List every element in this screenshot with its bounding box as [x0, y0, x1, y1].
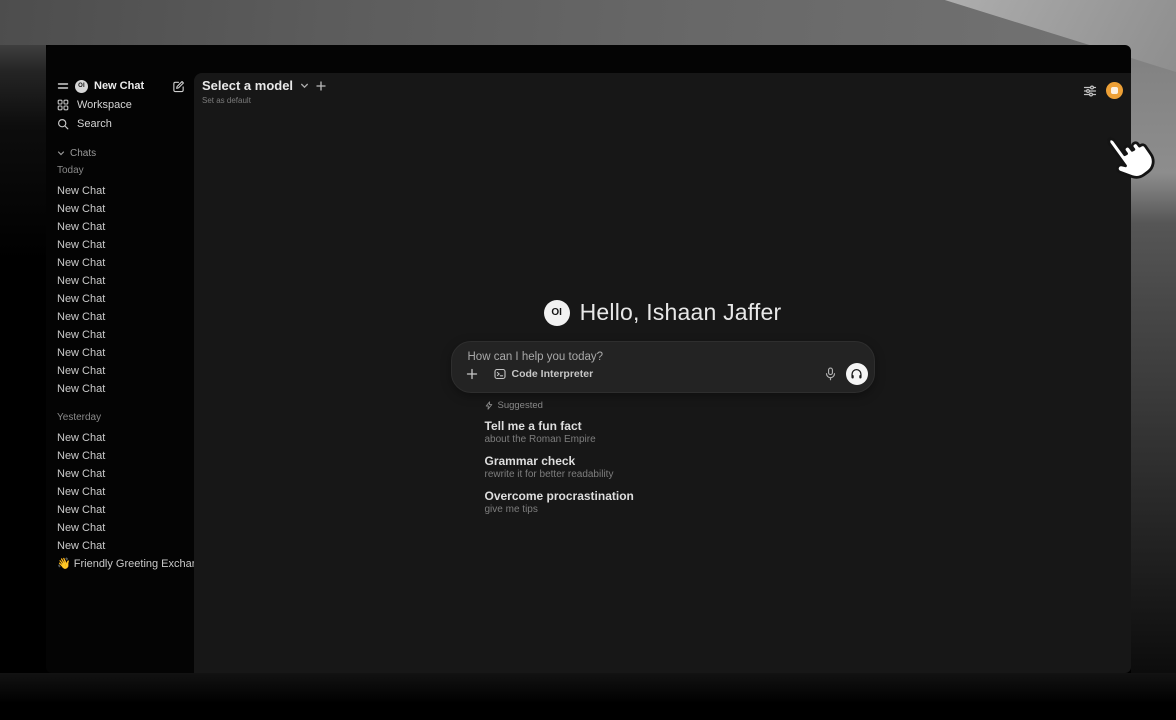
model-selector: Select a model Set as default — [202, 78, 326, 105]
wallpaper-left — [0, 45, 46, 720]
bolt-icon — [485, 401, 493, 410]
sidebar-item-workspace[interactable]: Workspace — [46, 95, 194, 114]
controls-sliders-icon[interactable] — [1083, 84, 1097, 98]
suggested-prompt-title: Grammar check — [485, 455, 875, 468]
app-logo: OI — [75, 80, 88, 93]
app-logo-text: OI — [78, 83, 85, 89]
workspace-icon — [57, 99, 69, 111]
app-window: OI New Chat Workspace Search — [46, 45, 1131, 673]
chat-list-item[interactable]: New Chat — [46, 182, 194, 200]
suggested-prompt[interactable]: Overcome procrastination give me tips — [485, 490, 875, 516]
suggested-label: Suggested — [498, 400, 543, 411]
chat-list-item[interactable]: New Chat — [46, 200, 194, 218]
chat-list-item[interactable]: New Chat — [46, 483, 194, 501]
suggested-prompts: Tell me a fun fact about the Roman Empir… — [485, 420, 875, 516]
greeting-row: OI Hello, Ishaan Jaffer — [451, 299, 875, 326]
chat-list-item[interactable]: New Chat — [46, 326, 194, 344]
search-label: Search — [77, 118, 112, 130]
suggested-prompt[interactable]: Tell me a fun fact about the Roman Empir… — [485, 420, 875, 446]
code-interpreter-label: Code Interpreter — [512, 368, 594, 380]
chat-list-item[interactable]: New Chat — [46, 429, 194, 447]
voice-call-button[interactable] — [846, 363, 868, 385]
composer-controls: Code Interpreter — [463, 363, 868, 385]
chat-input[interactable]: How can I help you today? — [468, 351, 858, 363]
chat-list-item[interactable]: New Chat — [46, 519, 194, 537]
chat-list-item[interactable]: New Chat — [46, 254, 194, 272]
suggested-prompt-subtitle: about the Roman Empire — [485, 434, 875, 446]
chat-list-item[interactable]: New Chat — [46, 272, 194, 290]
sidebar-header: OI New Chat — [57, 77, 185, 95]
app-logo-large: OI — [544, 300, 570, 326]
topbar: Select a model Set as default — [194, 73, 1131, 117]
chat-list-item[interactable]: New Chat — [46, 380, 194, 398]
sidebar: OI New Chat Workspace Search — [46, 45, 194, 673]
chat-list-item[interactable]: New Chat — [46, 308, 194, 326]
model-selector-label: Select a model — [202, 78, 293, 93]
chat-list-item[interactable]: New Chat — [46, 290, 194, 308]
chats-section-toggle[interactable]: Chats — [46, 146, 194, 160]
microphone-icon[interactable] — [824, 367, 837, 381]
search-icon — [57, 118, 69, 130]
chat-list-item[interactable]: New Chat — [46, 447, 194, 465]
sidebar-title: New Chat — [94, 80, 166, 92]
avatar-glyph — [1111, 87, 1118, 94]
model-chevron-down-icon — [300, 81, 309, 90]
wallpaper-bottom — [0, 673, 1176, 720]
suggested-prompt-title: Overcome procrastination — [485, 490, 875, 503]
sidebar-toggle-icon[interactable] — [57, 80, 69, 92]
chat-list-item[interactable]: New Chat — [46, 537, 194, 555]
home-center-column: OI Hello, Ishaan Jaffer How can I help y… — [451, 299, 875, 516]
section-label-yesterday: Yesterday — [46, 411, 194, 425]
section-label-today: Today — [46, 164, 194, 178]
chat-list-item[interactable]: New Chat — [46, 465, 194, 483]
wallpaper-right — [1131, 0, 1176, 720]
chats-label: Chats — [70, 148, 96, 159]
chat-composer: How can I help you today? Code Interpret… — [451, 341, 875, 393]
set-as-default-button[interactable]: Set as default — [202, 96, 326, 105]
new-chat-icon[interactable] — [172, 80, 185, 93]
suggested-prompt-subtitle: rewrite it for better readability — [485, 469, 875, 481]
suggested-prompt-subtitle: give me tips — [485, 504, 875, 516]
chat-list-item[interactable]: New Chat — [46, 236, 194, 254]
chat-list-today: New ChatNew ChatNew ChatNew ChatNew Chat… — [46, 182, 194, 398]
suggested-prompt-title: Tell me a fun fact — [485, 420, 875, 433]
sidebar-item-search[interactable]: Search — [46, 114, 194, 133]
chevron-down-icon — [57, 149, 65, 157]
chat-list-item[interactable]: New Chat — [46, 344, 194, 362]
headphones-icon — [850, 368, 863, 380]
chat-list-yesterday: New ChatNew ChatNew ChatNew ChatNew Chat… — [46, 429, 194, 573]
composer-right-controls — [824, 363, 868, 385]
code-interpreter-icon — [494, 368, 506, 380]
chat-list-item[interactable]: 👋 Friendly Greeting Exchange — [46, 555, 194, 573]
greeting-text: Hello, Ishaan Jaffer — [580, 299, 782, 326]
workspace-label: Workspace — [77, 99, 132, 111]
attach-plus-button[interactable] — [463, 365, 481, 383]
main-content: Select a model Set as default — [194, 73, 1131, 673]
chat-list-item[interactable]: New Chat — [46, 362, 194, 380]
app-logo-large-text: OI — [551, 307, 562, 318]
add-model-icon[interactable] — [316, 81, 326, 91]
chat-list-item[interactable]: New Chat — [46, 501, 194, 519]
desktop: OI New Chat Workspace Search — [0, 0, 1176, 720]
model-selector-button[interactable]: Select a model — [202, 78, 326, 93]
topbar-actions — [1083, 78, 1125, 99]
code-interpreter-toggle[interactable]: Code Interpreter — [494, 368, 594, 380]
suggested-prompt[interactable]: Grammar check rewrite it for better read… — [485, 455, 875, 481]
suggested-header: Suggested — [485, 400, 875, 411]
chat-list-item[interactable]: New Chat — [46, 218, 194, 236]
suggested-section: Suggested Tell me a fun fact about the R… — [451, 400, 875, 516]
user-avatar[interactable] — [1106, 82, 1123, 99]
